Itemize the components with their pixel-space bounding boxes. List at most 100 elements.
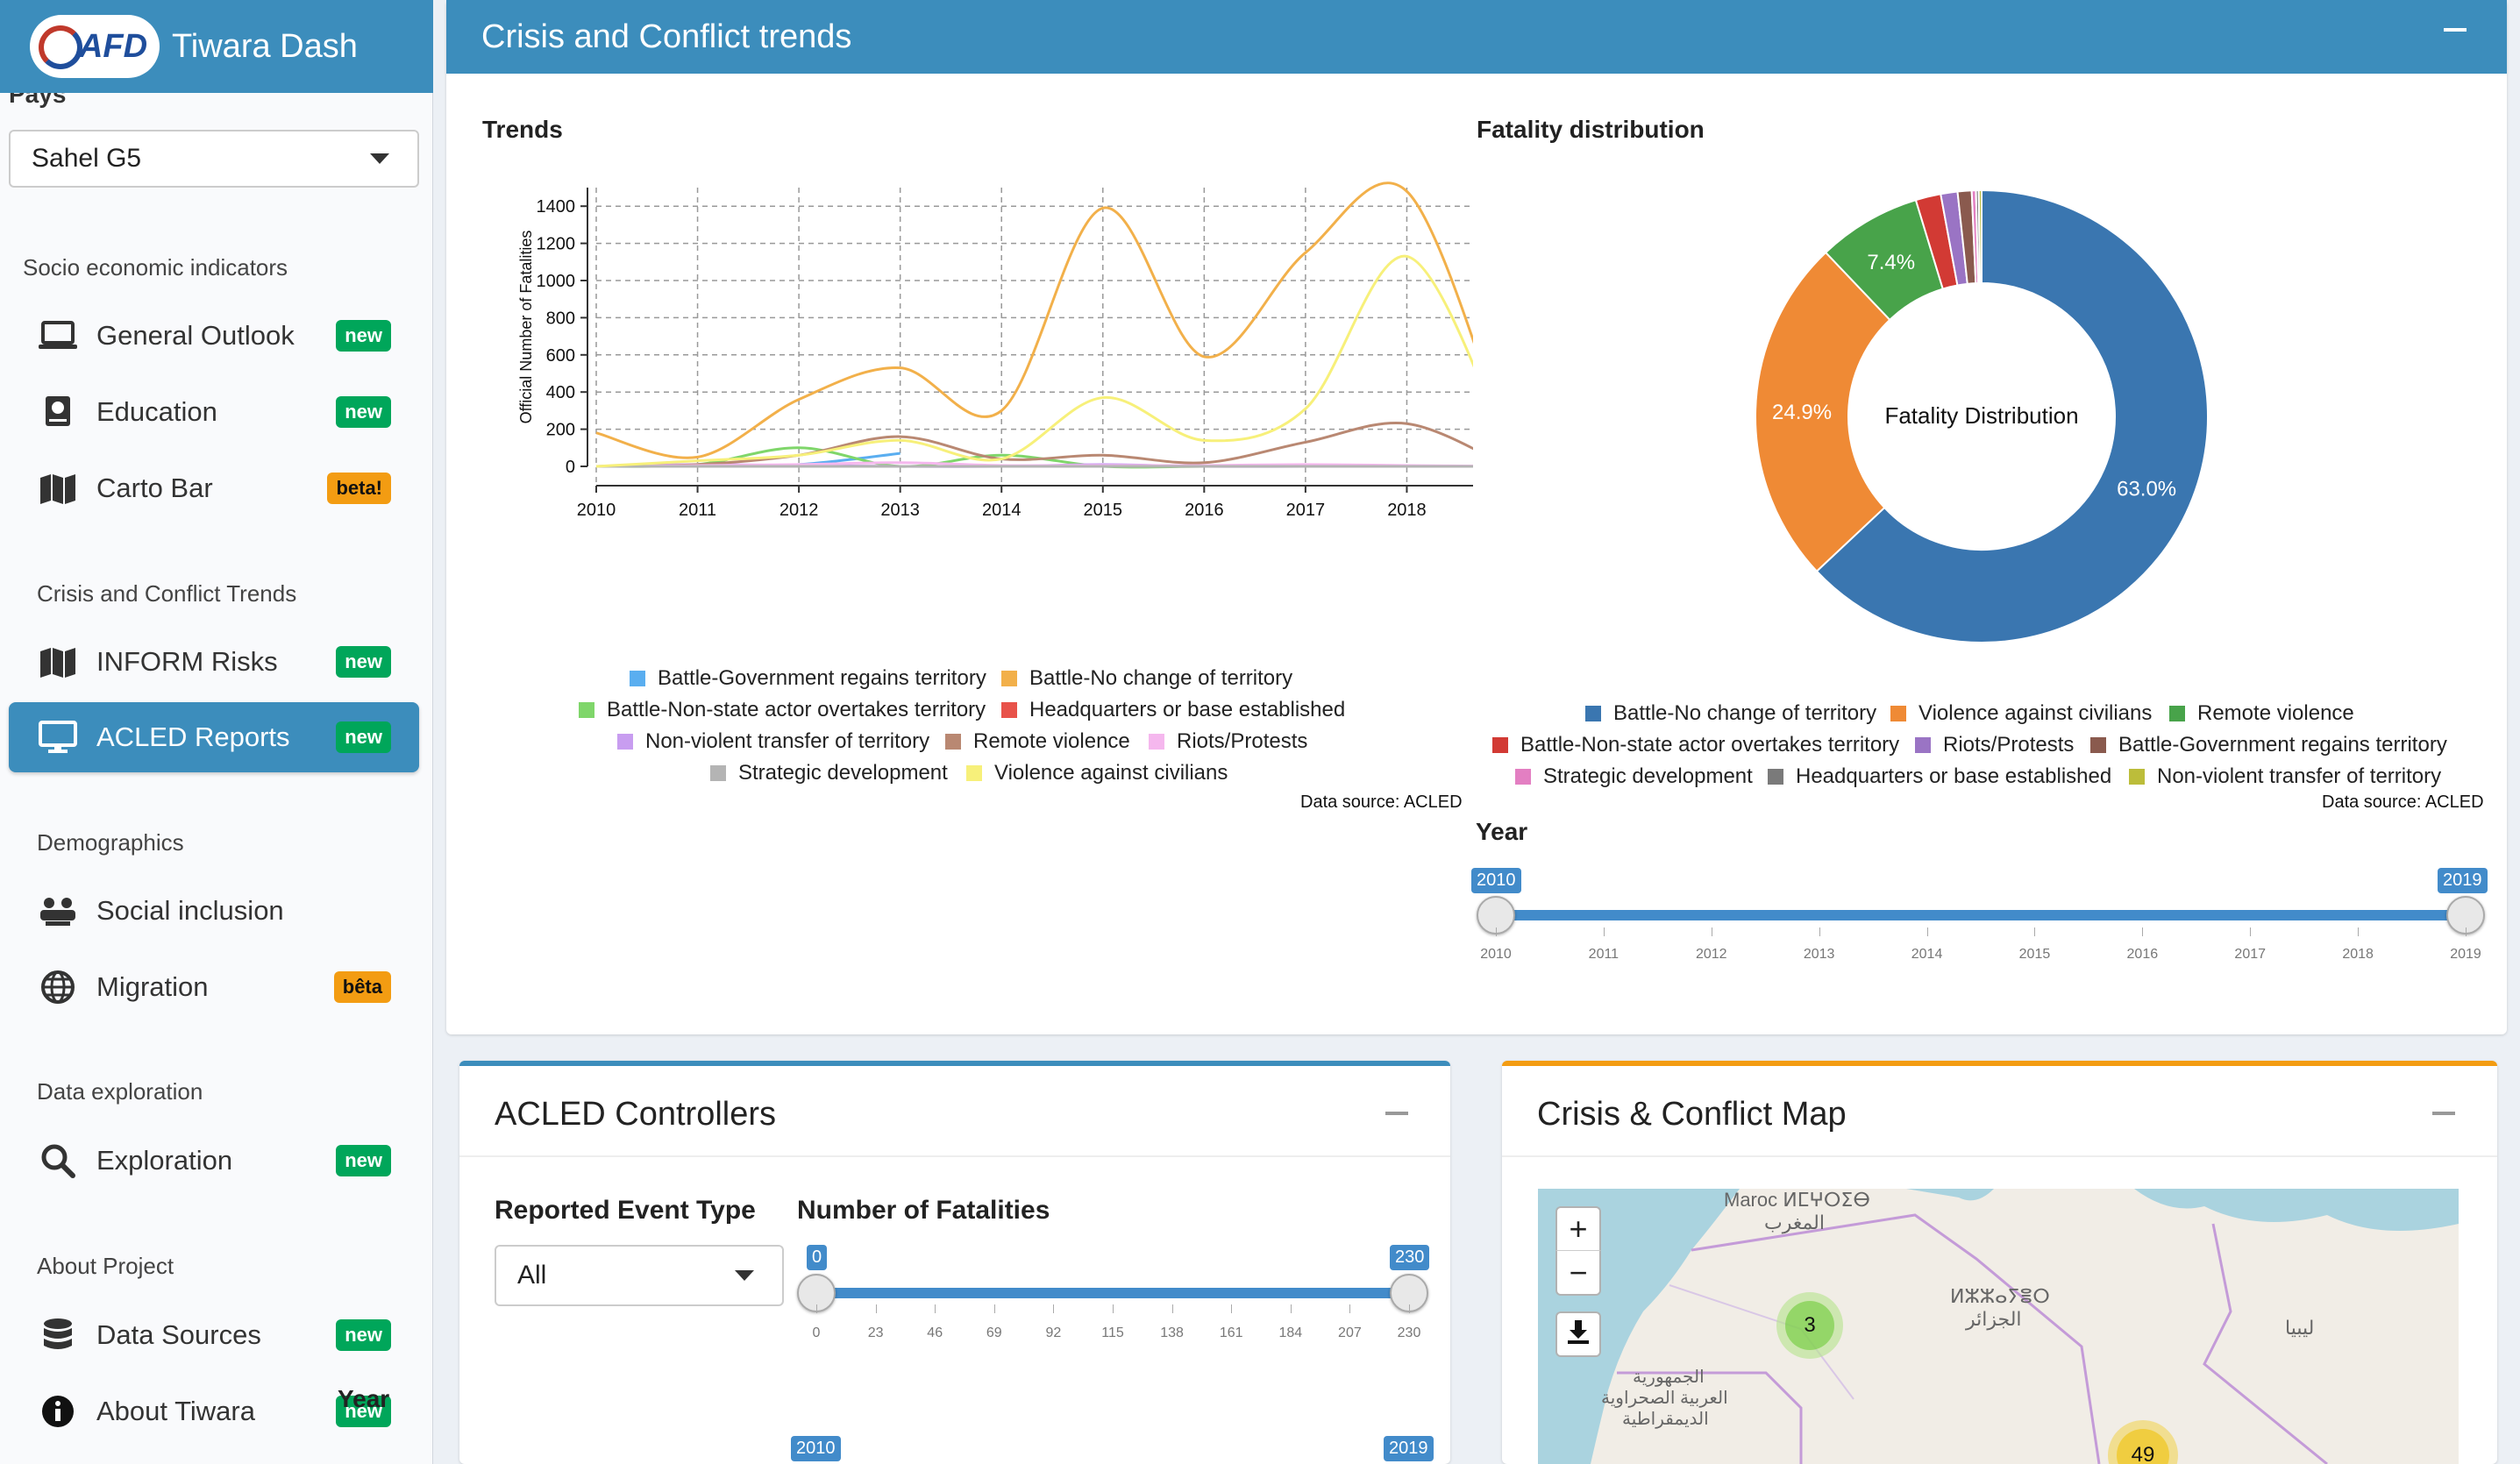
sidebar-item-carto-bar[interactable]: Carto Bar beta! xyxy=(9,453,419,523)
legend-label: Remote violence xyxy=(2197,701,2354,725)
map-label: ⵍⵣⵣⴰⵢⴻⵔ xyxy=(1950,1285,2050,1307)
slider-tick-label: 2019 xyxy=(2450,947,2481,962)
map-label: Maroc ⵍⵎⵖⵔⵉⴱ xyxy=(1724,1189,1870,1211)
legend-item[interactable]: Strategic development xyxy=(1515,764,1753,789)
search-icon xyxy=(39,1143,77,1178)
data-source-fatality: Data source: ACLED xyxy=(2322,792,2484,812)
sidebar-item-exploration[interactable]: Exploration new xyxy=(9,1126,419,1196)
slider-tick-label: 2018 xyxy=(2342,947,2374,962)
legend-item[interactable]: Remote violence xyxy=(2169,701,2354,726)
slider-tick-label: 69 xyxy=(986,1325,1002,1340)
box-title: Crisis and Conflict trends xyxy=(481,18,852,55)
sidebar-item-social-inclusion[interactable]: Social inclusion xyxy=(9,876,419,946)
legend-label: Battle-Government regains territory xyxy=(2118,733,2447,757)
slider-tick-label: 115 xyxy=(1101,1325,1124,1340)
slider-tick-label: 138 xyxy=(1160,1325,1184,1340)
legend-item[interactable]: Headquarters or base established xyxy=(1768,764,2111,789)
fatalities-slider-track[interactable] xyxy=(816,1288,1409,1298)
section-socio-economic: Socio economic indicators xyxy=(23,254,288,281)
legend-swatch xyxy=(630,671,645,686)
slider-tick xyxy=(1603,927,1605,936)
legend-swatch xyxy=(579,702,594,718)
sidebar-item-general-outlook[interactable]: General Outlook new xyxy=(9,301,419,371)
slider-tick-label: 23 xyxy=(867,1325,884,1340)
slider-tick xyxy=(2250,927,2252,936)
map-cluster[interactable]: 3 xyxy=(1776,1292,1843,1359)
legend-item[interactable]: Violence against civilians xyxy=(1890,701,2152,726)
donut-center-title: Fatality Distribution xyxy=(1884,402,2078,429)
legend-item[interactable]: Battle-Government regains territory xyxy=(2090,733,2447,757)
box-title: ACLED Controllers xyxy=(495,1096,776,1133)
chevron-down-icon xyxy=(735,1270,754,1281)
slider-tick xyxy=(1231,1304,1233,1313)
event-type-label: Reported Event Type xyxy=(495,1196,756,1225)
legend-swatch xyxy=(710,765,726,781)
y-tick-label: 0 xyxy=(566,458,575,477)
conflict-map[interactable]: Maroc ⵍⵎⵖⵔⵉⴱ المغرب ⵍⵣⵣⴰⵢⴻⵔ الجزائر ليبي… xyxy=(1538,1189,2459,1464)
slider-tick xyxy=(2466,927,2467,936)
x-tick-label: 2010 xyxy=(577,501,616,520)
trends-title: Trends xyxy=(482,116,563,143)
legend-swatch xyxy=(617,734,633,750)
legend-item[interactable]: Riots/Protests xyxy=(1915,733,2074,757)
sidebar-item-acled-reports[interactable]: ACLED Reports new xyxy=(9,702,419,772)
legend-item[interactable]: Battle-Non-state actor overtakes territo… xyxy=(1492,733,1899,757)
legend-item[interactable]: Non-violent transfer of territory xyxy=(617,729,929,754)
zoom-out-button[interactable]: − xyxy=(1555,1250,1601,1296)
legend-item[interactable]: Battle-Government regains territory xyxy=(630,666,986,691)
section-crisis-conflict: Crisis and Conflict Trends xyxy=(37,580,297,607)
slider-tick-label: 2017 xyxy=(2234,947,2267,962)
legend-item[interactable]: Strategic development xyxy=(710,761,948,785)
sidebar-item-data-sources[interactable]: Data Sources new xyxy=(9,1300,419,1370)
legend-item[interactable]: Battle-No change of territory xyxy=(1585,701,1876,726)
year-slider-track[interactable] xyxy=(1496,910,2466,920)
laptop-icon xyxy=(39,318,77,353)
controller-year-min-tag: 2010 xyxy=(791,1436,841,1461)
event-type-select[interactable]: All xyxy=(495,1245,784,1306)
download-button[interactable] xyxy=(1555,1311,1601,1357)
legend-label: Strategic development xyxy=(738,761,948,785)
legend-item[interactable]: Violence against civilians xyxy=(966,761,1228,785)
sidebar-item-migration[interactable]: Migration bêta xyxy=(9,952,419,1022)
y-tick-label: 800 xyxy=(546,309,575,328)
new-badge: new xyxy=(336,646,391,678)
legend-label: Battle-Non-state actor overtakes territo… xyxy=(607,698,986,721)
y-tick-label: 200 xyxy=(546,421,575,440)
acled-controllers-box: ACLED Controllers Reported Event Type Nu… xyxy=(338,1061,1450,1464)
sidebar-item-inform-risks[interactable]: INFORM Risks new xyxy=(9,627,419,697)
collapse-icon[interactable] xyxy=(1385,1112,1408,1115)
map-icon xyxy=(39,644,77,679)
sidebar-item-label: About Tiwara xyxy=(96,1396,255,1426)
section-data-exploration: Data exploration xyxy=(37,1078,203,1105)
new-badge: new xyxy=(336,320,391,352)
new-badge: new xyxy=(336,1145,391,1176)
new-badge: new xyxy=(336,1319,391,1351)
fatality-title: Fatality distribution xyxy=(1477,116,1705,143)
legend-item[interactable]: Remote violence xyxy=(945,729,1130,754)
legend-swatch xyxy=(1915,737,1931,753)
legend-swatch xyxy=(1585,706,1601,721)
zoom-in-button[interactable]: + xyxy=(1555,1206,1601,1252)
legend-item[interactable]: Non-violent transfer of territory xyxy=(2129,764,2441,789)
y-tick-label: 1000 xyxy=(537,272,576,291)
legend-swatch xyxy=(2090,737,2106,753)
collapse-icon[interactable] xyxy=(2444,28,2467,32)
slider-tick-label: 0 xyxy=(812,1325,821,1340)
collapse-icon[interactable] xyxy=(2432,1112,2455,1115)
map-label: الجزائر xyxy=(1966,1308,2022,1330)
legend-item[interactable]: Battle-No change of territory xyxy=(1001,666,1292,691)
y-tick-label: 1400 xyxy=(537,197,576,217)
legend-item[interactable]: Battle-Non-state actor overtakes territo… xyxy=(579,698,986,722)
legend-item[interactable]: Riots/Protests xyxy=(1149,729,1307,754)
slider-tick xyxy=(1496,927,1497,936)
fatalities-max-tag: 230 xyxy=(1390,1245,1430,1270)
slider-tick-label: 2011 xyxy=(1588,947,1619,962)
legend-item[interactable]: Headquarters or base established xyxy=(1001,698,1345,722)
info-icon xyxy=(39,1394,77,1429)
legend-label: Riots/Protests xyxy=(1943,733,2075,757)
legend-swatch xyxy=(1890,706,1906,721)
map-label: الجمهورية xyxy=(1633,1368,1705,1387)
slider-tick xyxy=(816,1304,817,1313)
country-select[interactable]: Sahel G5 xyxy=(9,130,419,188)
sidebar-item-education[interactable]: Education new xyxy=(9,377,419,447)
